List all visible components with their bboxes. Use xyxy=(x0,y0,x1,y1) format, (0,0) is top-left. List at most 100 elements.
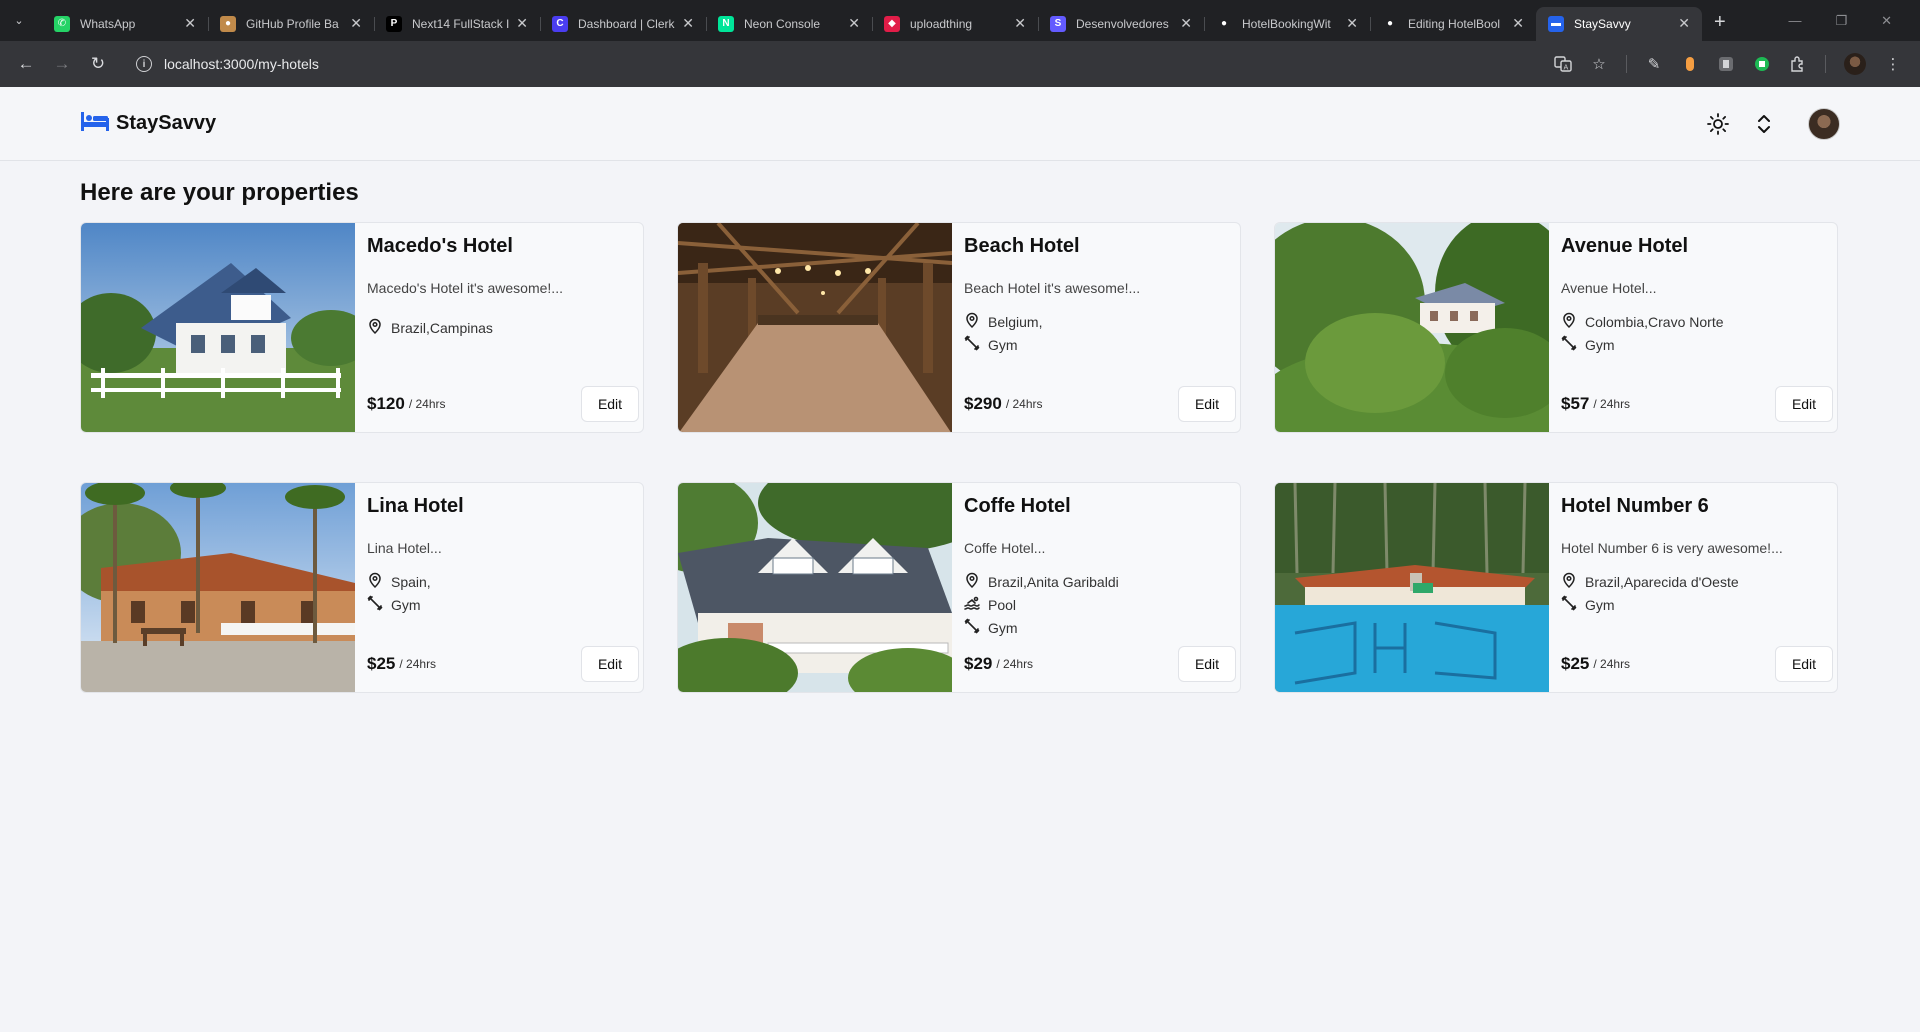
hotel-card[interactable]: Hotel Number 6 Hotel Number 6 is very awe… xyxy=(1274,482,1838,693)
hotel-image[interactable] xyxy=(81,483,355,692)
browser-profile-avatar[interactable] xyxy=(1844,53,1866,75)
tab-favicon-icon: C xyxy=(552,15,568,32)
url-text[interactable]: localhost:3000/my-hotels xyxy=(164,56,319,72)
brand-logo[interactable]: StaySavvy xyxy=(80,110,216,137)
tab-close-icon[interactable]: ✕ xyxy=(1014,15,1026,32)
tab-title: Editing HotelBool xyxy=(1408,16,1501,31)
close-window-icon[interactable]: ✕ xyxy=(1881,13,1892,29)
hotel-description: Coffe Hotel... xyxy=(964,540,1046,556)
extension-grey-icon[interactable] xyxy=(1717,55,1735,73)
tab-close-icon[interactable]: ✕ xyxy=(516,15,528,32)
tab-close-icon[interactable]: ✕ xyxy=(1512,15,1524,32)
browser-tab[interactable]: S Desenvolvedores ✕ xyxy=(1038,7,1204,41)
user-avatar[interactable] xyxy=(1808,107,1840,140)
hotel-price: $290 xyxy=(964,394,1002,413)
tab-favicon-icon: ● xyxy=(1220,18,1228,29)
browser-tab[interactable]: ● Editing HotelBool ✕ xyxy=(1370,7,1536,41)
hotel-meta: Brazil,Anita Garibaldi Pool Gym xyxy=(964,572,1236,637)
hotel-image[interactable] xyxy=(1275,223,1549,432)
translate-icon[interactable]: A xyxy=(1554,55,1572,73)
tab-close-icon[interactable]: ✕ xyxy=(1180,15,1192,32)
hotel-location-text: Brazil,Aparecida d'Oeste xyxy=(1585,573,1739,590)
map-pin-icon xyxy=(1561,572,1577,591)
theme-toggle-sun-icon[interactable] xyxy=(1706,112,1730,136)
browser-tab[interactable]: ● GitHub Profile Ba ✕ xyxy=(208,7,374,41)
dumbbell-icon xyxy=(964,618,980,637)
extension-green-icon[interactable] xyxy=(1753,55,1771,73)
hotel-meta: Colombia,Cravo Norte Gym xyxy=(1561,312,1833,354)
hotel-description: Lina Hotel... xyxy=(367,540,442,556)
map-pin-icon xyxy=(1561,312,1577,331)
browser-tab[interactable]: ● HotelBookingWit ✕ xyxy=(1204,7,1370,41)
hotel-price: $25 xyxy=(367,654,396,673)
tab-title: WhatsApp xyxy=(80,16,136,31)
map-pin-icon xyxy=(367,318,383,337)
hotel-card[interactable]: Avenue Hotel Avenue Hotel... Colombia,Crav… xyxy=(1274,222,1838,433)
tab-close-icon[interactable]: ✕ xyxy=(1678,15,1690,32)
bookmark-star-icon[interactable]: ☆ xyxy=(1590,55,1608,73)
price-period: / 24hrs xyxy=(1005,397,1043,411)
browser-tab[interactable]: P Next14 FullStack I ✕ xyxy=(374,7,540,41)
browser-menu-icon[interactable]: ⋮ xyxy=(1884,55,1902,73)
browser-tab[interactable]: ◆ uploadthing ✕ xyxy=(872,7,1038,41)
tab-favicon-icon: N xyxy=(718,15,734,32)
hotel-card[interactable]: Lina Hotel Lina Hotel... Spain, Gym $25/ 24h… xyxy=(80,482,644,693)
browser-tab[interactable]: C Dashboard | Clerk ✕ xyxy=(540,7,706,41)
nav-menu-chevrons-icon[interactable] xyxy=(1752,112,1776,136)
eyedropper-extension-icon[interactable]: ✎ xyxy=(1645,55,1663,73)
hotel-card-body: Coffe Hotel Coffe Hotel... Brazil,Anita Ga… xyxy=(952,483,1240,692)
extension-orange-icon[interactable] xyxy=(1681,55,1699,73)
tab-close-icon[interactable]: ✕ xyxy=(350,15,362,32)
hotel-image[interactable] xyxy=(81,223,355,432)
browser-toolbar: ← → ↻ i localhost:3000/my-hotels A ☆ ✎ ⋮ xyxy=(0,41,1920,87)
price-period: / 24hrs xyxy=(408,397,446,411)
hotel-card[interactable]: Coffe Hotel Coffe Hotel... Brazil,Anita Ga… xyxy=(677,482,1241,693)
minimize-icon[interactable]: — xyxy=(1788,13,1801,29)
hotel-amenity-label: Gym xyxy=(1585,596,1615,613)
hotel-card[interactable]: Beach Hotel Beach Hotel it's awesome!... B… xyxy=(677,222,1241,433)
hotel-image[interactable] xyxy=(678,223,952,432)
reload-button[interactable]: ↻ xyxy=(82,48,114,80)
browser-tab[interactable]: ▬ StaySavvy ✕ xyxy=(1536,6,1702,41)
hotel-location-text: Belgium, xyxy=(988,313,1043,330)
hotel-card[interactable]: Macedo's Hotel Macedo's Hotel it's awesom… xyxy=(80,222,644,433)
hotel-location: Spain, xyxy=(367,572,639,591)
back-button[interactable]: ← xyxy=(10,48,42,80)
swimming-icon xyxy=(964,595,980,614)
tab-close-icon[interactable]: ✕ xyxy=(1346,15,1358,32)
browser-tab-strip: ⌄ ✆ WhatsApp ✕ ● GitHub Profile Ba ✕ P Next14 F… xyxy=(0,0,1920,41)
forward-button[interactable]: → xyxy=(46,48,78,80)
browser-tab[interactable]: N Neon Console ✕ xyxy=(706,7,872,41)
hotel-name: Coffe Hotel xyxy=(964,495,1071,517)
hotel-amenity: Gym xyxy=(367,595,639,614)
price-period: / 24hrs xyxy=(1593,657,1631,671)
extensions-puzzle-icon[interactable] xyxy=(1789,55,1807,73)
tab-close-icon[interactable]: ✕ xyxy=(184,15,196,32)
edit-hotel-button[interactable]: Edit xyxy=(1178,386,1236,422)
edit-hotel-button[interactable]: Edit xyxy=(1178,646,1236,682)
browser-tab[interactable]: ✆ WhatsApp ✕ xyxy=(42,7,208,41)
tab-close-icon[interactable]: ✕ xyxy=(848,15,860,32)
tab-close-icon[interactable]: ✕ xyxy=(682,15,694,32)
hotel-card-body: Beach Hotel Beach Hotel it's awesome!... B… xyxy=(952,223,1240,432)
tab-title: HotelBookingWit xyxy=(1242,16,1331,31)
map-pin-icon xyxy=(964,572,980,591)
tab-favicon-icon: S xyxy=(1050,15,1066,32)
hotel-location: Belgium, xyxy=(964,312,1236,331)
site-info-icon[interactable]: i xyxy=(136,56,152,72)
edit-hotel-button[interactable]: Edit xyxy=(581,386,639,422)
hotel-price: $25 xyxy=(1561,654,1590,673)
hotel-location: Brazil,Campinas xyxy=(367,318,639,337)
hotel-image[interactable] xyxy=(1275,483,1549,692)
edit-hotel-button[interactable]: Edit xyxy=(1775,646,1833,682)
restore-icon[interactable]: ❐ xyxy=(1835,13,1847,29)
hotel-location: Colombia,Cravo Norte xyxy=(1561,312,1833,331)
tab-search-chevron-icon[interactable]: ⌄ xyxy=(6,8,32,34)
address-bar[interactable]: i localhost:3000/my-hotels xyxy=(126,46,1554,82)
new-tab-button[interactable]: + xyxy=(1714,11,1726,34)
edit-hotel-button[interactable]: Edit xyxy=(1775,386,1833,422)
edit-hotel-button[interactable]: Edit xyxy=(581,646,639,682)
dumbbell-icon xyxy=(964,335,980,354)
hotel-location: Brazil,Anita Garibaldi xyxy=(964,572,1236,591)
hotel-image[interactable] xyxy=(678,483,952,692)
